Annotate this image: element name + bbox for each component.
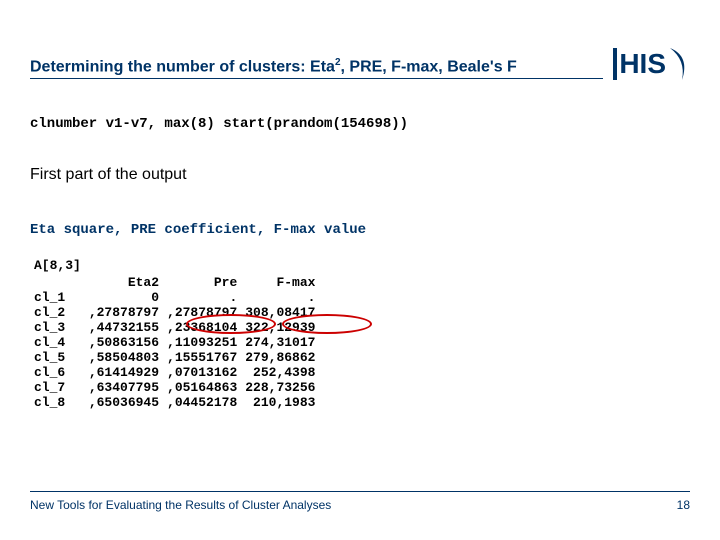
section-label: Eta square, PRE coefficient, F-max value [30,222,366,238]
footer-divider [30,491,690,492]
col-pre: Pre [163,275,241,290]
logo-swoosh-icon [668,46,690,82]
page-number: 18 [677,498,690,512]
table-row: cl_2,27878797,27878797308,08417 [30,305,319,320]
table-row: cl_7,63407795,05164863228,73256 [30,380,319,395]
table-row: cl_6,61414929,07013162252,4398 [30,365,319,380]
footer-text: New Tools for Evaluating the Results of … [30,498,331,512]
table-row: cl_4,50863156,11093251274,31017 [30,335,319,350]
title-post: , PRE, F-max, Beale's F [341,58,517,75]
logo: HIS [613,46,690,82]
table-row: cl_8,65036945,04452178210,1983 [30,395,319,410]
col-fmax: F-max [241,275,319,290]
subheading: First part of the output [30,166,187,184]
output-table: A[8,3] Eta2 Pre F-max cl_10.. cl_2,27878… [30,258,319,410]
table-row: cl_3,44732155,23368104322,12939 [30,320,319,335]
table-row: cl_5,58504803,15551767279,86862 [30,350,319,365]
slide-title: Determining the number of clusters: Eta2… [30,57,603,79]
title-pre: Determining the number of clusters: Eta [30,58,335,75]
col-eta2: Eta2 [85,275,163,290]
table-row: cl_10.. [30,290,319,305]
logo-bar-icon [613,48,617,80]
command-line: clnumber v1-v7, max(8) start(prandom(154… [30,116,408,132]
logo-text: HIS [619,48,666,80]
table-dim: A[8,3] [30,258,85,275]
table-header-row: Eta2 Pre F-max [30,275,319,290]
